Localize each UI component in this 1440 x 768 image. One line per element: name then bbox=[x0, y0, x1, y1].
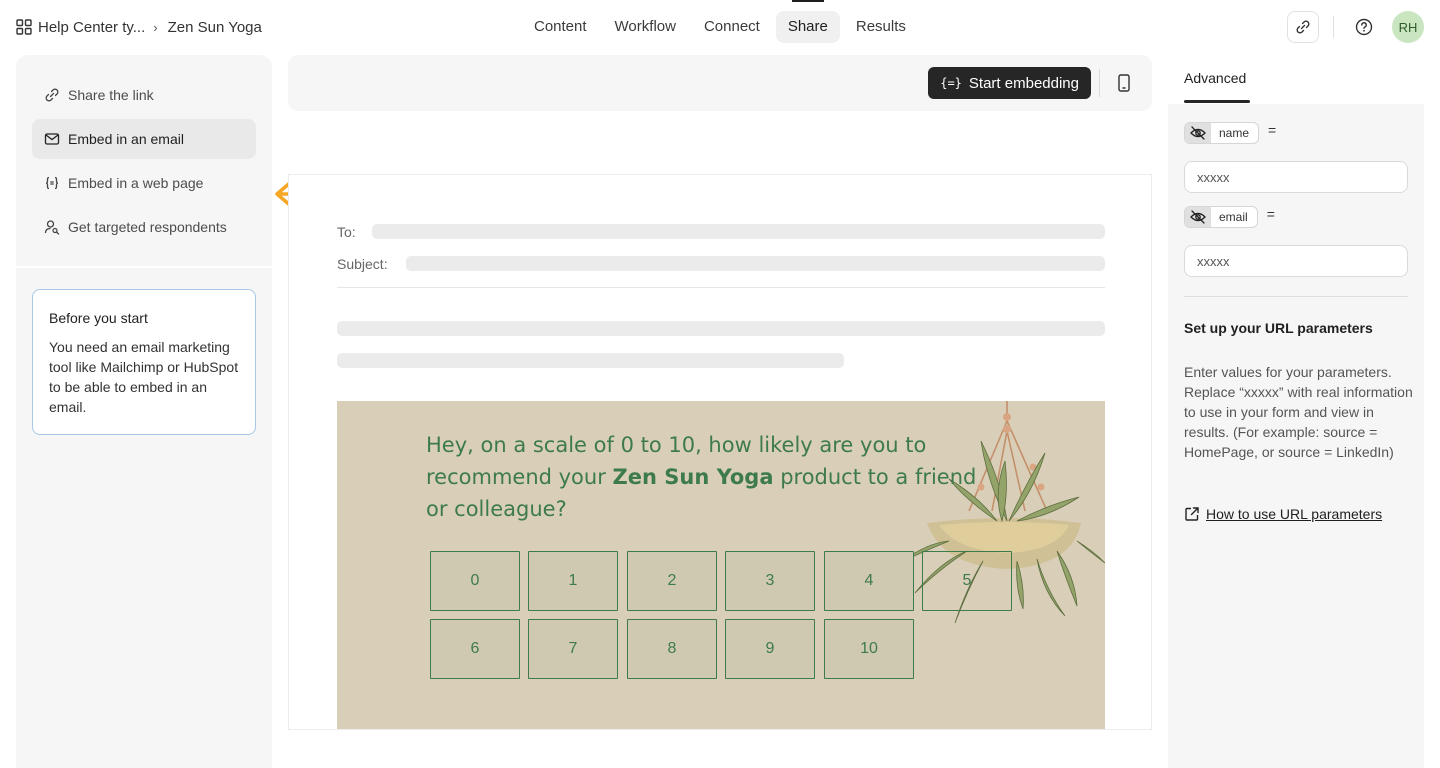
copy-link-button[interactable] bbox=[1287, 11, 1319, 43]
score-button-1[interactable]: 1 bbox=[528, 551, 618, 611]
breadcrumb-separator: › bbox=[153, 19, 158, 35]
share-menu-item-label: Embed in a web page bbox=[68, 175, 204, 191]
share-menu-item-label: Embed in an email bbox=[68, 131, 184, 147]
top-right-actions: RH bbox=[1287, 11, 1424, 43]
equals-sign: = bbox=[1268, 122, 1277, 138]
avatar[interactable]: RH bbox=[1392, 11, 1424, 43]
link-icon bbox=[1296, 20, 1310, 34]
body-placeholder-line bbox=[337, 321, 1105, 336]
url-params-title: Set up your URL parameters bbox=[1184, 320, 1373, 336]
mobile-preview-icon[interactable] bbox=[1116, 74, 1132, 92]
tab-workflow[interactable]: Workflow bbox=[603, 11, 688, 43]
score-button-6[interactable]: 6 bbox=[430, 619, 520, 679]
equals-sign: = bbox=[1266, 206, 1275, 222]
param-chip[interactable]: email bbox=[1184, 206, 1258, 228]
embed-toolbar: {=} Start embedding bbox=[288, 55, 1152, 111]
share-menu-item-label: Get targeted respondents bbox=[68, 219, 227, 235]
share-menu-item-respondents[interactable]: Get targeted respondents bbox=[32, 207, 256, 247]
main-nav: Content Workflow Connect Share Results bbox=[522, 0, 922, 43]
breadcrumb: Help Center ty... › Zen Sun Yoga bbox=[16, 16, 262, 38]
tab-connect[interactable]: Connect bbox=[692, 11, 772, 43]
divider bbox=[16, 266, 272, 268]
help-icon bbox=[1355, 18, 1373, 36]
param-value-input-email[interactable]: xxxxx bbox=[1184, 245, 1408, 277]
before-you-start-note: Before you start You need an email marke… bbox=[32, 289, 256, 435]
email-subject-row: Subject: bbox=[337, 255, 388, 273]
body-placeholder-line bbox=[337, 353, 844, 368]
advanced-panel: Advanced name = xxxxx email = xxxxx Set … bbox=[1168, 55, 1424, 768]
top-bar: Help Center ty... › Zen Sun Yoga Content… bbox=[0, 0, 1440, 55]
param-name: email bbox=[1219, 210, 1248, 224]
nps-question: Hey, on a scale of 0 to 10, how likely a… bbox=[426, 429, 986, 525]
share-menu-item-link[interactable]: Share the link bbox=[32, 75, 256, 115]
envelope-icon bbox=[44, 131, 60, 147]
param-chip[interactable]: name bbox=[1184, 122, 1260, 144]
start-embedding-label: Start embedding bbox=[968, 74, 1079, 92]
score-button-3[interactable]: 3 bbox=[725, 551, 815, 611]
to-label: To: bbox=[337, 224, 356, 240]
link-icon bbox=[44, 87, 60, 103]
breadcrumb-workspace[interactable]: Help Center ty... bbox=[38, 19, 145, 36]
url-param-name: name = bbox=[1184, 122, 1276, 144]
url-params-description: Enter values for your parameters. Replac… bbox=[1184, 364, 1413, 460]
subject-label: Subject: bbox=[337, 256, 388, 272]
score-button-0[interactable]: 0 bbox=[430, 551, 520, 611]
url-params-help-link[interactable]: How to use URL parameters bbox=[1184, 506, 1382, 522]
help-button[interactable] bbox=[1348, 11, 1380, 43]
eye-off-icon[interactable] bbox=[1185, 207, 1211, 227]
share-options-panel: Share the link Embed in an email Embed i… bbox=[16, 55, 320, 768]
help-link-label: How to use URL parameters bbox=[1206, 506, 1383, 522]
code-braces-icon: {=} bbox=[940, 76, 962, 90]
start-embedding-button[interactable]: {=} Start embedding bbox=[928, 67, 1091, 99]
advanced-tabs: Advanced bbox=[1168, 55, 1424, 104]
note-body: You need an email marketing tool like Ma… bbox=[49, 339, 239, 415]
share-menu-item-email[interactable]: Embed in an email bbox=[32, 119, 256, 159]
tab-content[interactable]: Content bbox=[522, 11, 599, 43]
score-button-4[interactable]: 4 bbox=[824, 551, 914, 611]
tab-advanced[interactable]: Advanced bbox=[1184, 70, 1246, 86]
subject-placeholder bbox=[406, 256, 1105, 271]
score-button-9[interactable]: 9 bbox=[725, 619, 815, 679]
nps-banner: Hey, on a scale of 0 to 10, how likely a… bbox=[337, 401, 1105, 729]
tab-results[interactable]: Results bbox=[844, 11, 918, 43]
question-brand: Zen Sun Yoga bbox=[612, 465, 774, 489]
divider bbox=[1184, 296, 1408, 297]
to-placeholder bbox=[372, 224, 1105, 239]
param-name: name bbox=[1219, 126, 1250, 140]
note-title: Before you start bbox=[49, 310, 148, 326]
email-to-row: To: bbox=[337, 223, 356, 241]
external-link-icon bbox=[1185, 507, 1199, 521]
score-button-5[interactable]: 5 bbox=[922, 551, 1012, 611]
email-preview: To: Subject: Hey, on a scale of 0 to 10,… bbox=[288, 174, 1152, 730]
share-menu: Share the link Embed in an email Embed i… bbox=[32, 75, 256, 251]
active-tab-indicator bbox=[1184, 100, 1250, 103]
person-search-icon bbox=[44, 219, 60, 235]
share-menu-item-webpage[interactable]: Embed in a web page bbox=[32, 163, 256, 203]
divider bbox=[1333, 16, 1334, 38]
score-button-7[interactable]: 7 bbox=[528, 619, 618, 679]
code-braces-icon bbox=[44, 175, 60, 191]
score-button-10[interactable]: 10 bbox=[824, 619, 914, 679]
apps-grid-icon[interactable] bbox=[16, 19, 32, 35]
breadcrumb-form-title[interactable]: Zen Sun Yoga bbox=[168, 19, 262, 36]
url-param-email: email = bbox=[1184, 206, 1275, 228]
score-button-8[interactable]: 8 bbox=[627, 619, 717, 679]
tab-share[interactable]: Share bbox=[775, 0, 840, 43]
score-button-2[interactable]: 2 bbox=[627, 551, 717, 611]
divider bbox=[337, 287, 1105, 288]
eye-off-icon[interactable] bbox=[1185, 123, 1211, 143]
share-menu-item-label: Share the link bbox=[68, 87, 154, 103]
param-value-input-name[interactable]: xxxxx bbox=[1184, 161, 1408, 193]
divider bbox=[1099, 69, 1100, 97]
